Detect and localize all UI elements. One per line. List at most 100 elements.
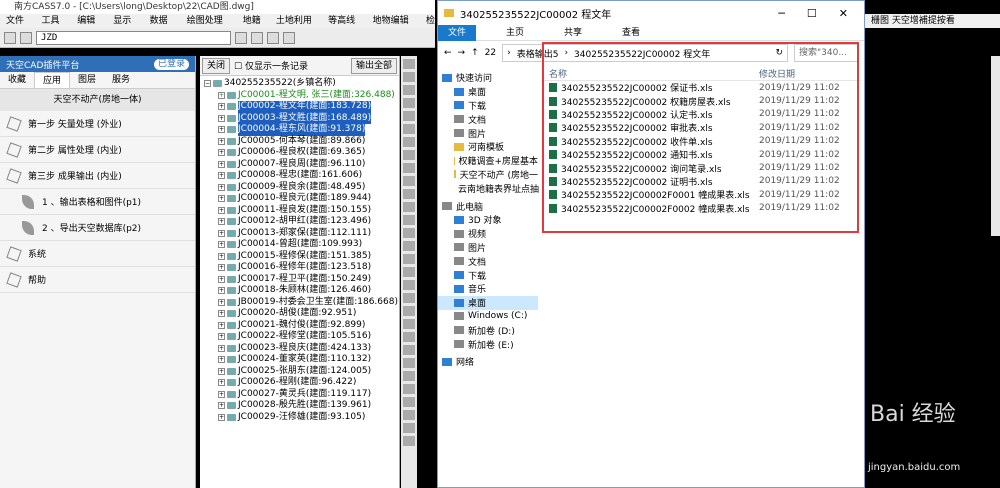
tool-icon[interactable] [403,202,415,212]
tool-icon[interactable] [403,436,415,446]
tree-row[interactable]: + JC00014-曾超(建面:109.993) [204,239,399,251]
tree-row[interactable]: + JC00029-汪修雄(建面:93.105) [204,412,399,424]
menu-item[interactable]: 地物编辑(A) [373,14,419,40]
menu-item[interactable]: 显示(V) [113,14,142,40]
up-icon[interactable]: ↑ [471,48,479,58]
tree-row[interactable]: + JC00023-程良庆(建面:424.133) [204,343,399,355]
menu-item[interactable]: 土地利用(L) [276,14,321,40]
sidebar-item[interactable]: 网络 [438,355,538,369]
ribbon-tab[interactable]: 查看 [612,25,650,41]
tool-icon[interactable] [403,163,415,173]
sidebar-item[interactable]: 图片 [438,126,538,140]
tree-row[interactable]: + JC00027-黄灵兵(建面:119.117) [204,389,399,401]
tool-icon[interactable] [403,358,415,368]
tool-icon[interactable] [403,85,415,95]
menu-item[interactable]: 编辑(E) [77,14,106,40]
tree-row[interactable]: + JC00026-程刚(建面:96.422) [204,377,399,389]
tool-icon[interactable] [283,31,295,44]
tool-icon[interactable] [403,345,415,355]
menu-item[interactable]: 文件(F) [6,14,34,40]
expand-icon[interactable]: + [218,333,225,341]
expand-icon[interactable]: + [218,149,225,157]
tool-icon[interactable] [403,72,415,82]
expand-icon[interactable]: + [218,356,225,364]
tree-row[interactable]: + JC00001-程文明, 张三(建面:326.488) [204,90,399,102]
tool-icon[interactable] [403,254,415,264]
plugin-item[interactable]: 1 、输出表格和图件(p1) [0,189,195,215]
back-icon[interactable]: ← [444,48,452,58]
tree-row[interactable]: + JC00012-胡甲红(建面:123.496) [204,216,399,228]
tree-row[interactable]: + JC00022-程修堂(建面:105.516) [204,331,399,343]
close-icon[interactable]: ✕ [839,7,848,20]
menu-item[interactable]: 等高线(S) [328,14,365,40]
plugin-item[interactable]: 第二步 属性处理 (内业) [0,137,195,163]
tool-icon[interactable] [403,384,415,394]
export-all-button[interactable]: 输出全部 [350,57,397,74]
tool-icon[interactable] [403,280,415,290]
tool-icon[interactable] [403,176,415,186]
sidebar-item[interactable]: 桌面 [438,295,538,310]
expand-icon[interactable]: + [218,298,225,306]
sidebar-item[interactable]: 权籍调查+房屋基本 [438,154,538,168]
plugin-item[interactable]: 第一步 矢量处理 (外业) [0,111,195,137]
minimize-icon[interactable]: ─ [778,7,785,20]
expand-icon[interactable]: + [218,241,225,249]
tree-row[interactable]: + JC00018-朱顾林(建面:126.460) [204,285,399,297]
tool-icon[interactable] [251,31,263,44]
expand-icon[interactable]: + [218,195,225,203]
tree-row[interactable]: + JC00021-魏付俊(建面:92.899) [204,320,399,332]
tool-icon[interactable] [403,241,415,251]
sidebar-item[interactable]: 此电脑 [438,199,538,213]
sidebar-item[interactable]: 天空不动产 (房地一 [438,168,538,182]
tool-icon[interactable] [403,293,415,303]
tool-icon[interactable] [403,137,415,147]
sidebar-item[interactable]: 新加卷 (D:) [438,323,538,337]
tool-icon[interactable] [4,31,16,44]
sidebar-item[interactable]: 文档 [438,112,538,126]
tool-icon[interactable] [20,31,32,44]
tree-row[interactable]: + JB00019-村委会卫生室(建面:186.668) [204,297,399,309]
login-button[interactable]: 已登录 [153,58,189,70]
expand-icon[interactable]: + [218,103,225,111]
tree-row[interactable]: + JC00008-程忠(建面:161.606) [204,170,399,182]
cad-drawing-area[interactable] [417,48,437,488]
tool-icon[interactable] [403,98,415,108]
layer-select[interactable]: JZD [36,30,231,45]
menu-item[interactable]: 绘图处理(W) [187,14,236,40]
expand-icon[interactable]: + [218,321,225,329]
expand-icon[interactable]: + [218,367,225,375]
sidebar-item[interactable]: 图片 [438,241,538,255]
expand-icon[interactable]: + [218,275,225,283]
tool-icon[interactable] [403,150,415,160]
tree-row[interactable]: + JC00028-殷先胜(建面:139.961) [204,400,399,412]
maximize-icon[interactable]: ☐ [807,7,817,20]
expand-icon[interactable]: + [218,310,225,318]
tool-icon[interactable] [403,228,415,238]
plugin-item[interactable]: 第三步 成果输出 (内业) [0,163,195,189]
menu-item[interactable]: 数据(D) [150,14,180,40]
expand-icon[interactable]: + [218,91,225,99]
expand-icon[interactable]: + [218,137,225,145]
tree-row[interactable]: + JC00007-程良周(建面:96.110) [204,159,399,171]
expand-icon[interactable]: + [218,126,225,134]
expand-icon[interactable]: + [218,379,225,387]
sidebar-item[interactable]: 3D 对象 [438,213,538,227]
sidebar-item[interactable]: 新加卷 (E:) [438,337,538,351]
tool-icon[interactable] [403,306,415,316]
tree-row[interactable]: + JC00017-程卫平(建面:150.249) [204,274,399,286]
sidebar-item[interactable]: 视频 [438,227,538,241]
ribbon-tab[interactable]: 共享 [554,25,592,41]
expand-icon[interactable]: + [218,172,225,180]
expand-icon[interactable]: + [218,390,225,398]
sidebar-item[interactable]: 下载 [438,268,538,282]
expand-icon[interactable]: + [218,160,225,168]
sidebar-item[interactable]: Windows (C:) [438,310,538,324]
plugin-tab[interactable]: 收藏 [0,72,34,88]
tool-icon[interactable] [403,59,415,69]
plugin-item[interactable]: 2 、导出天空数据库(p2) [0,215,195,241]
tool-icon[interactable] [235,31,247,44]
expand-icon[interactable]: + [218,344,225,352]
menu-item[interactable]: 地籍(J) [243,14,269,40]
expand-icon[interactable]: + [218,413,225,421]
tool-icon[interactable] [403,215,415,225]
